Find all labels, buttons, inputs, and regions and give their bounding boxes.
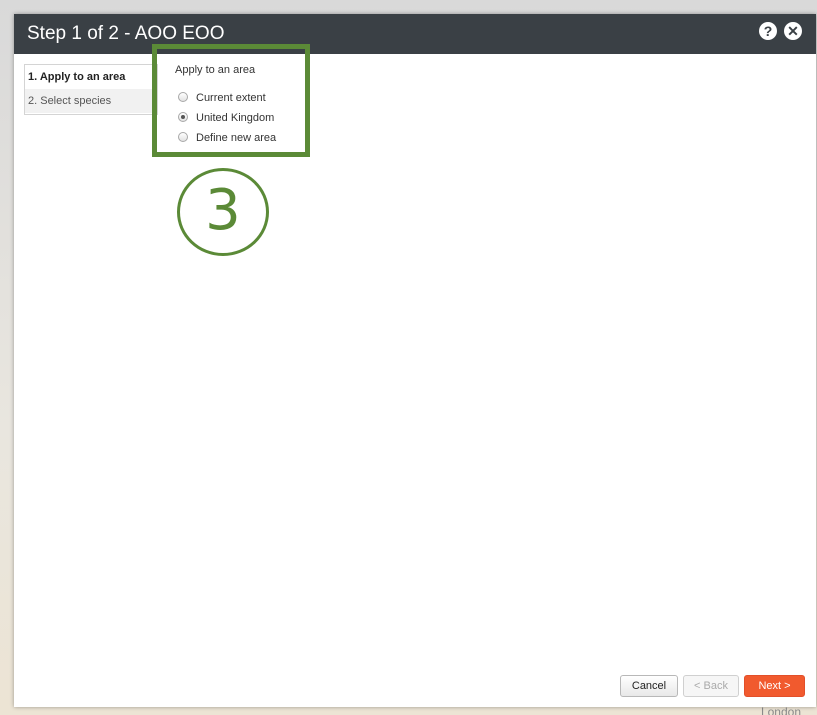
step-select-species[interactable]: 2. Select species: [25, 89, 157, 113]
aoo-eoo-dialog: Step 1 of 2 - AOO EOO ? ✕ 1. Apply to an…: [14, 14, 816, 707]
next-button[interactable]: Next >: [744, 675, 805, 697]
back-button[interactable]: < Back: [683, 675, 739, 697]
step-apply-to-area[interactable]: 1. Apply to an area: [25, 65, 157, 89]
dialog-titlebar: Step 1 of 2 - AOO EOO ? ✕: [14, 14, 816, 54]
callout-highlight-box: [152, 44, 310, 157]
help-icon[interactable]: ?: [759, 22, 777, 40]
wizard-steps: 1. Apply to an area 2. Select species: [24, 64, 158, 115]
cancel-button[interactable]: Cancel: [620, 675, 678, 697]
dialog-title: Step 1 of 2 - AOO EOO: [27, 23, 225, 44]
callout-number: 3: [177, 168, 269, 256]
close-icon[interactable]: ✕: [784, 22, 802, 40]
